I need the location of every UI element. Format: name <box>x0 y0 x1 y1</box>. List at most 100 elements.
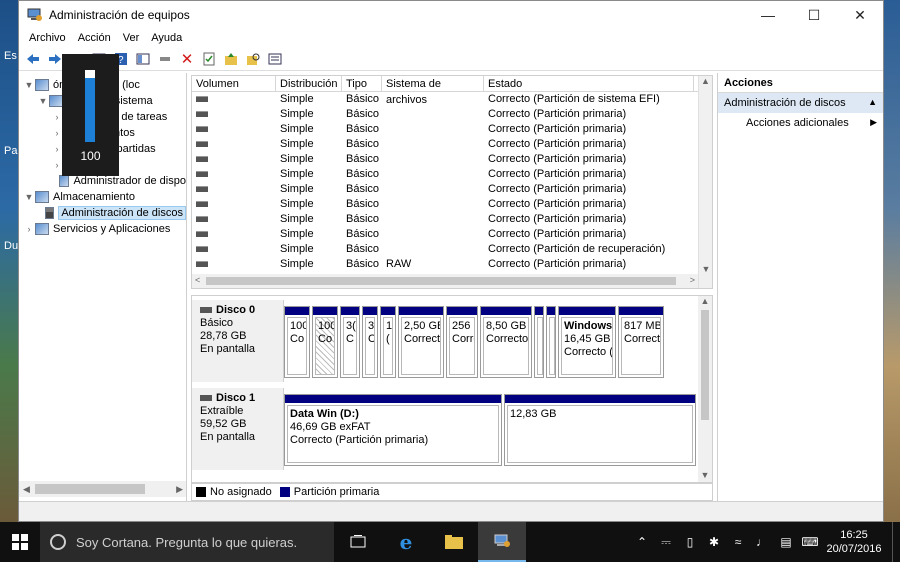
partition-type-bar <box>285 395 501 403</box>
table-row[interactable]: Simple Básico Correcto (Partición primaria… <box>192 137 712 152</box>
partition-block[interactable]: 3(C <box>340 306 360 378</box>
disk-view-vertical-scrollbar[interactable]: ▲ ▼ <box>698 296 712 482</box>
tree-item[interactable]: › Servicios y Aplicaciones <box>19 221 186 237</box>
partition-block[interactable]: 12,83 GB <box>504 394 696 466</box>
partition-block[interactable]: 3(C <box>362 306 378 378</box>
keyboard-icon[interactable]: ⌨ <box>798 522 822 562</box>
volume-list-vertical-scrollbar[interactable]: ▲ ▼ <box>698 76 712 288</box>
computer-management-taskbar-icon[interactable] <box>478 522 526 562</box>
actions-additional[interactable]: Acciones adicionales ▶ <box>718 113 883 133</box>
speaker-icon[interactable]: ♩ <box>750 522 774 562</box>
partition-block[interactable]: 8,50 GB Correcto <box>480 306 532 378</box>
partition-block[interactable]: Windows16,45 GB NCorrecto ( <box>558 306 616 378</box>
table-row[interactable]: Simple Básico Correcto (Partición de siste… <box>192 92 712 107</box>
table-row[interactable]: Simple Básico Correcto (Partición primaria… <box>192 227 712 242</box>
column-estado[interactable]: Estado <box>484 76 694 91</box>
expand-arrow-icon[interactable]: ▼ <box>23 192 35 202</box>
cortana-search-box[interactable]: Soy Cortana. Pregunta lo que quieras. <box>40 522 334 562</box>
disk-label[interactable]: Disco 1 Extraíble 59,52 GB En pantalla <box>192 388 284 470</box>
legend-swatch-primary <box>279 487 290 497</box>
maximize-button[interactable]: ☐ <box>791 1 837 29</box>
list-view-icon[interactable] <box>265 49 285 69</box>
menu-ayuda[interactable]: Ayuda <box>145 32 188 44</box>
volume-knob[interactable] <box>85 70 95 78</box>
partition-block[interactable]: 817 MB Correct <box>618 306 664 378</box>
show-desktop-button[interactable] <box>892 522 900 562</box>
start-button[interactable] <box>0 522 40 562</box>
task-view-icon[interactable] <box>334 522 382 562</box>
scroll-thumb[interactable] <box>701 310 709 420</box>
tree-horizontal-scrollbar[interactable]: ◀ ▶ <box>19 481 186 497</box>
column-volumen[interactable]: Volumen <box>192 76 276 91</box>
expand-arrow-icon[interactable]: › <box>23 224 35 234</box>
delete-icon[interactable]: ✕ <box>177 49 197 69</box>
partition-body: 2,50 GB Correct <box>401 317 441 375</box>
properties-icon[interactable] <box>199 49 219 69</box>
folder-up-icon[interactable] <box>221 49 241 69</box>
battery-plug-icon[interactable]: ⎓ <box>654 522 678 562</box>
table-row[interactable]: Simple Básico Correcto (Partición primaria… <box>192 167 712 182</box>
table-row[interactable]: Simple Básico Correcto (Partición primaria… <box>192 122 712 137</box>
scroll-thumb[interactable] <box>206 277 676 285</box>
disk-label[interactable]: Disco 0 Básico 28,78 GB En pantalla <box>192 300 284 382</box>
tree-item[interactable]: Administración de discos <box>19 205 186 221</box>
cell-sistema-archivos <box>382 227 484 242</box>
menu-archivo[interactable]: Archivo <box>23 32 72 44</box>
disk-type: Extraíble <box>200 405 244 417</box>
partition-block[interactable]: 1( <box>380 306 396 378</box>
expand-arrow-icon[interactable]: ▼ <box>23 80 35 90</box>
back-icon[interactable] <box>23 49 43 69</box>
table-row[interactable]: Simple Básico Correcto (Partición primaria… <box>192 152 712 167</box>
view-icon[interactable] <box>133 49 153 69</box>
scroll-thumb[interactable] <box>35 484 145 494</box>
column-tipo[interactable]: Tipo <box>342 76 382 91</box>
table-row[interactable]: Simple Básico RAW Correcto (Partición prima… <box>192 257 712 272</box>
column-distribucion[interactable]: Distribución <box>276 76 342 91</box>
cell-sistema-archivos: RAW <box>386 258 412 270</box>
partition-size: 12,83 GB <box>510 408 557 420</box>
wifi-icon[interactable]: ≈ <box>726 522 750 562</box>
cell-volumen <box>192 92 276 107</box>
action-center-icon[interactable]: ▤ <box>774 522 798 562</box>
connect-icon[interactable] <box>155 49 175 69</box>
clock[interactable]: 16:25 20/07/2016 <box>822 528 886 556</box>
volume-icon <box>196 126 208 133</box>
tree-item[interactable]: ▼ Almacenamiento <box>19 189 186 205</box>
partition-size: 1 <box>386 320 393 332</box>
partition-block[interactable]: Data Win (D:) 46,69 GB exFAT Correcto (Par… <box>284 394 502 466</box>
partition-block[interactable] <box>546 306 556 378</box>
partition-block[interactable]: 256 ICorre <box>446 306 478 378</box>
show-hidden-icons-icon[interactable]: ⌃ <box>630 522 654 562</box>
partition-body <box>549 317 555 375</box>
partition-block[interactable]: 2,50 GB Correct <box>398 306 444 378</box>
partition-block[interactable]: 100 Co <box>284 306 310 378</box>
menu-ver[interactable]: Ver <box>117 32 146 44</box>
table-row[interactable]: Simple Básico Correcto (Partición primaria… <box>192 182 712 197</box>
table-row[interactable]: Simple Básico Correcto (Partición de recup… <box>192 242 712 257</box>
edge-icon[interactable]: e <box>382 522 430 562</box>
usb-icon[interactable]: ▯ <box>678 522 702 562</box>
tools-icon <box>49 95 63 107</box>
expand-arrow-icon[interactable]: ▼ <box>37 96 49 106</box>
title-bar[interactable]: Administración de equipos — ☐ ✕ <box>19 1 883 29</box>
menu-accion[interactable]: Acción <box>72 32 117 44</box>
volume-icon <box>196 171 208 178</box>
minimize-button[interactable]: — <box>745 1 791 29</box>
partition-block[interactable] <box>534 306 544 378</box>
volume-list-horizontal-scrollbar[interactable]: < > <box>192 274 698 288</box>
table-row[interactable]: Simple Básico Correcto (Partición primaria… <box>192 212 712 227</box>
volume-fill <box>85 78 95 142</box>
actions-section-disk-management[interactable]: Administración de discos ▲ <box>718 93 883 113</box>
close-button[interactable]: ✕ <box>837 1 883 29</box>
file-explorer-icon[interactable] <box>430 522 478 562</box>
search-folder-icon[interactable] <box>243 49 263 69</box>
collapse-icon[interactable]: ▲ <box>868 97 877 109</box>
volume-slider[interactable] <box>85 70 95 142</box>
table-row[interactable]: Simple Básico Correcto (Partición primaria… <box>192 197 712 212</box>
partition-block[interactable]: 100 Co <box>312 306 338 378</box>
bluetooth-icon[interactable]: ✱ <box>702 522 726 562</box>
cell-tipo: Básico <box>346 168 380 180</box>
cell-estado: Correcto (Partición primaria) <box>488 138 627 150</box>
column-sistema-archivos[interactable]: Sistema de archivos <box>382 76 484 106</box>
table-row[interactable]: Simple Básico Correcto (Partición primaria… <box>192 107 712 122</box>
